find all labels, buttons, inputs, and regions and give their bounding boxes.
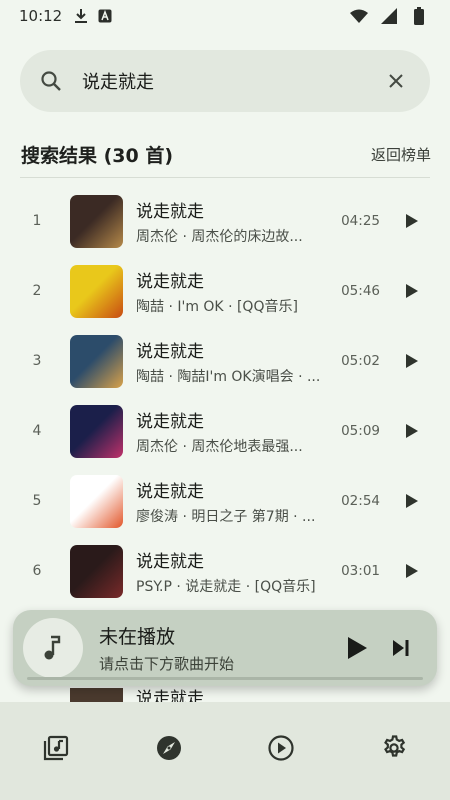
song-duration: 05:09 [341, 423, 380, 439]
mini-player-subtitle: 请点击下方歌曲开始 [99, 655, 235, 673]
play-icon [406, 284, 418, 298]
play-icon [406, 214, 418, 228]
list-item-peek[interactable]: 说走就走 [0, 688, 450, 702]
nav-explore[interactable] [139, 724, 199, 772]
song-duration: 05:02 [341, 353, 380, 369]
divider [20, 177, 430, 178]
song-title: 说走就走 [136, 411, 204, 432]
song-play-button[interactable] [388, 337, 436, 385]
search-icon [38, 68, 64, 94]
status-time: 10:12 [19, 7, 63, 25]
song-row[interactable]: 5 说走就走廖俊涛 · 明日之子 第7期 · ... 02:54 [0, 466, 450, 536]
song-duration: 04:25 [341, 213, 380, 229]
song-subtitle: 廖俊涛 · 明日之子 第7期 · ... [136, 508, 316, 525]
results-title: 搜索结果 (30 首) [21, 144, 174, 167]
song-play-button[interactable] [388, 477, 436, 525]
wifi-icon [350, 7, 368, 25]
song-row[interactable]: 3 说走就走陶喆 · 陶喆I'm OK演唱会 · ... 05:02 [0, 326, 450, 396]
back-to-charts-button[interactable]: 返回榜单 [371, 144, 431, 165]
play-icon [406, 564, 418, 578]
song-title: 说走就走 [136, 201, 204, 222]
bottom-nav [0, 702, 450, 800]
album-cover [70, 194, 123, 248]
mini-player-art [23, 618, 83, 678]
song-subtitle: 陶喆 · 陶喆I'm OK演唱会 · ... [136, 368, 321, 385]
signal-icon [380, 7, 398, 25]
album-cover [70, 264, 123, 318]
mini-player[interactable]: 未在播放 请点击下方歌曲开始 [13, 610, 437, 686]
song-duration: 05:46 [341, 283, 380, 299]
download-icon [72, 7, 90, 25]
play-icon [348, 637, 367, 659]
mini-player-progress [27, 677, 423, 680]
song-title: 说走就走 [136, 551, 204, 572]
song-index: 2 [32, 283, 42, 299]
album-cover [70, 334, 123, 388]
play-icon [406, 354, 418, 368]
play-icon [406, 424, 418, 438]
close-icon [389, 74, 403, 88]
clear-search-button[interactable] [380, 65, 412, 97]
song-play-button[interactable] [388, 407, 436, 455]
song-title: 说走就走 [136, 271, 204, 292]
status-bar: 10:12 [0, 0, 450, 32]
skip-next-icon [393, 640, 409, 656]
search-bar[interactable]: 说走就走 [20, 50, 430, 112]
song-row[interactable]: 2 说走就走陶喆 · I'm OK · [QQ音乐] 05:46 [0, 256, 450, 326]
song-subtitle: 陶喆 · I'm OK · [QQ音乐] [136, 298, 298, 315]
song-row[interactable]: 1 说走就走周杰伦 · 周杰伦的床边故... 04:25 [0, 186, 450, 256]
search-input[interactable]: 说走就走 [82, 68, 380, 94]
song-index: 6 [32, 563, 42, 579]
song-title: 说走就走 [136, 689, 204, 702]
song-duration: 02:54 [341, 493, 380, 509]
song-row[interactable]: 6 说走就走 PSY.P · 说走就走 · [QQ音乐] 03:01 [0, 536, 450, 606]
music-note-icon [44, 635, 61, 660]
song-subtitle: PSY.P · 说走就走 · [QQ音乐] [136, 578, 316, 595]
song-index: 4 [32, 423, 42, 439]
nav-now-playing[interactable] [251, 724, 311, 772]
song-index: 3 [32, 353, 42, 369]
album-cover [70, 474, 123, 528]
song-subtitle: 周杰伦 · 周杰伦地表最强... [136, 438, 303, 455]
song-title: 说走就走 [136, 481, 204, 502]
a-badge-icon [96, 7, 114, 25]
library-icon [44, 735, 69, 761]
song-index: 5 [32, 493, 42, 509]
song-index: 1 [32, 213, 42, 229]
play-button[interactable] [335, 626, 379, 670]
results-header: 搜索结果 (30 首) 返回榜单 [21, 138, 431, 170]
next-button[interactable] [379, 626, 423, 670]
nav-settings[interactable] [364, 724, 424, 772]
album-cover [70, 544, 123, 598]
mini-player-title: 未在播放 [99, 626, 176, 648]
song-play-button[interactable] [388, 197, 436, 245]
song-play-button[interactable] [388, 267, 436, 315]
album-cover [70, 404, 123, 458]
song-row[interactable]: 4 说走就走周杰伦 · 周杰伦地表最强... 05:09 [0, 396, 450, 466]
battery-icon [410, 7, 428, 25]
song-title: 说走就走 [136, 341, 204, 362]
settings-icon [383, 735, 405, 757]
nav-library[interactable] [26, 724, 86, 772]
play-circle-icon [268, 735, 294, 761]
album-cover [70, 688, 123, 702]
song-subtitle: 周杰伦 · 周杰伦的床边故... [136, 228, 303, 245]
play-icon [406, 494, 418, 508]
explore-icon [156, 736, 181, 760]
song-play-button[interactable] [388, 547, 436, 595]
song-duration: 03:01 [341, 563, 380, 579]
